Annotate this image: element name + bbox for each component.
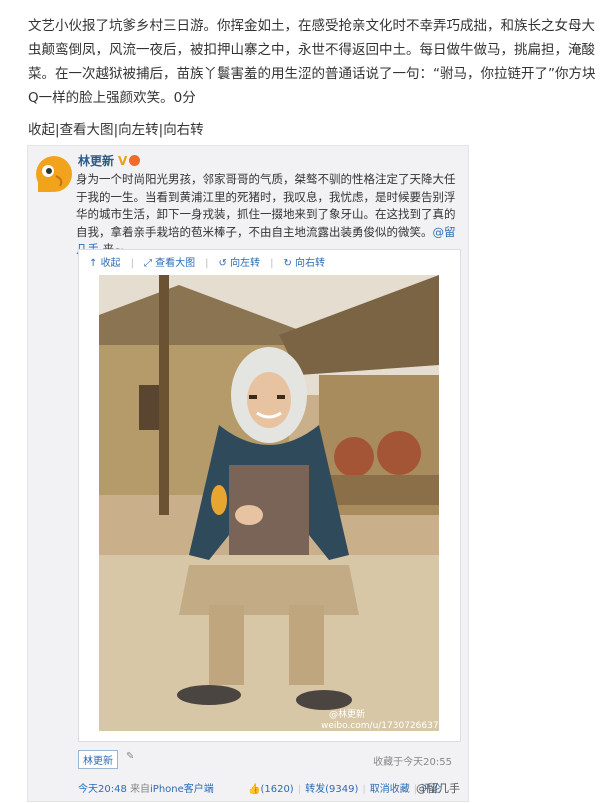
post-actions: 收起|查看大图|向左转|向右转	[28, 122, 204, 138]
post-text: 文艺小伙报了坑爹乡村三日游。你挥金如土，在感受抢亲文化时不幸弄巧成拙，和族长之女…	[28, 18, 596, 106]
image-collapse[interactable]: ↑ 收起	[89, 258, 121, 269]
avatar[interactable]	[34, 154, 78, 198]
unfavorite-link[interactable]: 取消收藏	[370, 784, 410, 795]
author-row: 林更新 V	[78, 152, 141, 169]
like-icon[interactable]: 👍	[248, 784, 260, 795]
repost-text: 身为一个时尚阳光男孩，邻家哥哥的气质，桀骜不驯的性格注定了天降大任于我的一生。当…	[76, 171, 464, 259]
rotate-left-link[interactable]: 向左转	[118, 122, 159, 138]
repost-link[interactable]: 转发(9349)	[305, 784, 358, 795]
collapse-link[interactable]: 收起	[28, 122, 55, 138]
photo-watermark-url: weibo.com/u/1730726637	[321, 721, 439, 731]
emoji-icon	[129, 155, 141, 166]
image-toolbar: ↑ 收起 | ⤢ 查看大图 | ↺ 向左转 | ↻ 向右转	[89, 258, 325, 269]
post-stats: 👍(1620) | 转发(9349) | 取消收藏 | 评论	[248, 784, 442, 795]
post-meta: 今天20:48 来自iPhone客户端	[78, 784, 214, 795]
repost-footer-bottom: 今天20:48 来自iPhone客户端 👍(1620) | 转发(9349) | 取消收…	[78, 778, 464, 796]
fav-time: 收藏于今天20:55	[373, 757, 452, 768]
verified-icon: V	[118, 154, 128, 168]
repost-body: 身为一个时尚阳光男孩，邻家哥哥的气质，桀骜不驯的性格注定了天降大任于我的一生。当…	[76, 172, 456, 239]
image-rotate-left[interactable]: ↺ 向左转	[219, 258, 261, 269]
repost-box: 林更新 V 身为一个时尚阳光男孩，邻家哥哥的气质，桀骜不驯的性格注定了天降大任于我…	[27, 145, 469, 802]
rotate-right-link[interactable]: 向右转	[163, 122, 204, 138]
image-rotate-right[interactable]: ↻ 向右转	[283, 258, 325, 269]
post-time[interactable]: 今天20:48	[78, 784, 127, 795]
author-name[interactable]: 林更新	[78, 154, 114, 168]
like-count[interactable]: (1620)	[260, 784, 293, 795]
repost-footer-top: 林更新 ✎ 收藏于今天20:55	[78, 750, 462, 769]
post-source[interactable]: iPhone客户端	[150, 784, 214, 795]
tag-button[interactable]: 林更新	[78, 750, 118, 769]
image-view-large[interactable]: ⤢ 查看大图	[144, 258, 195, 269]
photo-watermark-name: @林更新	[329, 708, 365, 720]
photo[interactable]: @林更新 weibo.com/u/1730726637	[99, 275, 439, 731]
edit-icon[interactable]: ✎	[126, 751, 134, 762]
page-watermark: @留几手	[416, 782, 460, 795]
image-card: ↑ 收起 | ⤢ 查看大图 | ↺ 向左转 | ↻ 向右转 @林更新 weibo…	[78, 249, 461, 742]
view-large-link[interactable]: 查看大图	[60, 122, 114, 138]
